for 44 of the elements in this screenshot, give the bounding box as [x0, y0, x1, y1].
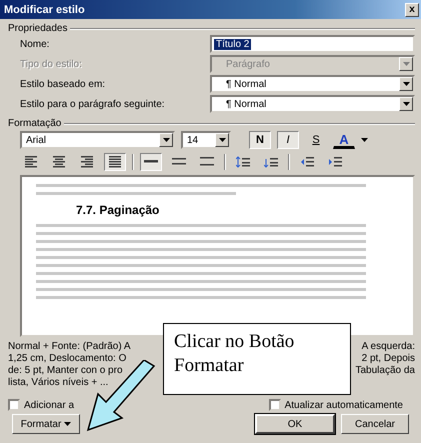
- size-dropdown[interactable]: 14: [181, 131, 231, 149]
- description-text: de: 5 pt, Manter con o pro: [8, 365, 123, 377]
- callout-text: Clicar no Botão Formatar: [163, 323, 351, 395]
- group-label: Propriedades: [8, 23, 68, 34]
- dropdown[interactable]: ¶ Normal: [210, 75, 415, 93]
- align-right-icon: [81, 156, 93, 168]
- description-text: Tabulação da: [356, 365, 415, 377]
- align-center-icon: [53, 156, 65, 168]
- align-justify-icon: [109, 156, 121, 168]
- cancel-button[interactable]: Cancelar: [341, 414, 409, 434]
- line-spacing-icon: [200, 156, 214, 168]
- preview-heading: 7.7. Paginação: [75, 203, 160, 217]
- description-text: 1,25 cm, Deslocamento: O: [8, 353, 126, 365]
- description-text: Normal + Fonte: (Padrão) A: [8, 341, 131, 353]
- description-text: 2 pt, Depois: [362, 353, 415, 365]
- paragraph-spacing-icon: [264, 156, 278, 168]
- italic-button[interactable]: I: [277, 131, 299, 149]
- caret-icon: [64, 422, 72, 426]
- paragraph-spacing-icon: [236, 156, 250, 168]
- field-label: Nome:: [20, 38, 50, 50]
- field-label: Estilo baseado em:: [20, 78, 106, 90]
- align-justify-button[interactable]: [104, 153, 126, 171]
- font-dropdown[interactable]: Arial: [20, 131, 175, 149]
- line-spacing-button[interactable]: [140, 153, 162, 171]
- checkbox-label: Adicionar a: [24, 400, 74, 410]
- dropdown[interactable]: ¶ Normal: [210, 95, 415, 113]
- field-label: Estilo para o parágrafo seguinte:: [20, 98, 166, 110]
- checkbox[interactable]: [268, 399, 281, 411]
- outdent-icon: [300, 156, 314, 168]
- ok-button[interactable]: OK: [255, 414, 335, 434]
- indent-icon: [328, 156, 342, 168]
- caret-icon: [361, 138, 368, 142]
- group-label: Formatação: [8, 118, 62, 129]
- description-text: lista, Vários níveis + ...: [8, 377, 108, 389]
- bold-button[interactable]: N: [249, 131, 271, 149]
- align-left-icon: [25, 156, 37, 168]
- window-title: Modificar estilo: [4, 4, 85, 16]
- checkbox[interactable]: [8, 399, 20, 411]
- close-button[interactable]: x: [405, 2, 419, 16]
- format-menu-button[interactable]: Formatar: [12, 414, 80, 434]
- checkbox-label: Atualizar automaticamente: [284, 400, 403, 410]
- description-text: A esquerda:: [362, 341, 415, 353]
- input-field[interactable]: Título 2: [210, 35, 415, 53]
- field-label: Tipo do estilo:: [20, 58, 83, 70]
